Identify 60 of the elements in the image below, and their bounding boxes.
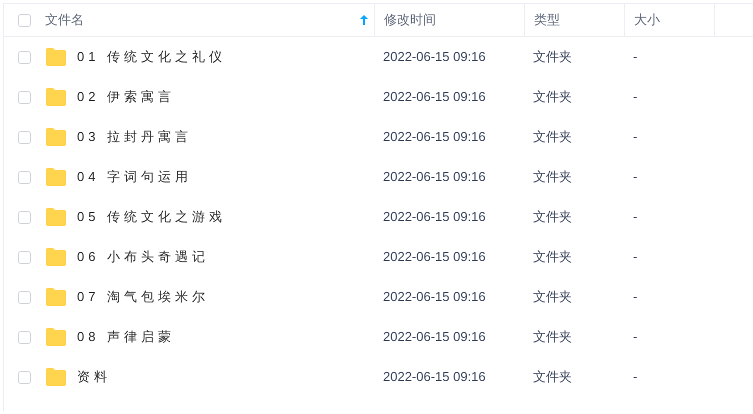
modified-time: 2022-06-15 09:16 — [383, 128, 486, 146]
checkbox[interactable] — [18, 170, 30, 184]
folder-icon — [45, 288, 67, 306]
checkbox[interactable] — [18, 330, 30, 344]
file-size: - — [633, 168, 638, 186]
column-header[interactable]: 大小 — [634, 10, 660, 30]
modified-time: 2022-06-15 09:16 — [383, 328, 486, 346]
file-type: 文件夹 — [533, 288, 572, 306]
folder-icon — [45, 208, 67, 226]
file-size: - — [633, 128, 638, 146]
checkbox[interactable] — [18, 250, 30, 264]
file-type: 文件夹 — [533, 48, 572, 66]
file-name[interactable]: 01 传统文化之礼仪 — [77, 47, 226, 67]
modified-time: 2022-06-15 09:16 — [383, 88, 486, 106]
checkbox[interactable] — [18, 90, 30, 104]
file-name[interactable]: 05 传统文化之游戏 — [77, 207, 226, 227]
file-size: - — [633, 248, 638, 266]
checkbox[interactable] — [18, 130, 30, 144]
sort-arrow-icon[interactable] — [360, 15, 368, 25]
file-size: - — [633, 48, 638, 66]
checkbox[interactable] — [18, 370, 30, 384]
file-type: 文件夹 — [533, 128, 572, 146]
file-type: 文件夹 — [533, 248, 572, 266]
checkbox[interactable] — [18, 50, 30, 64]
file-name[interactable]: 03 拉封丹寓言 — [77, 127, 192, 147]
column-header[interactable]: 文件名 — [45, 10, 84, 30]
file-type: 文件夹 — [533, 328, 572, 346]
folder-icon — [45, 368, 67, 386]
file-name[interactable]: 资料 — [77, 367, 111, 387]
modified-time: 2022-06-15 09:16 — [383, 288, 486, 306]
folder-icon — [45, 328, 67, 346]
file-size: - — [633, 208, 638, 226]
file-name[interactable]: 06 小布头奇遇记 — [77, 247, 210, 267]
file-size: - — [633, 368, 638, 386]
folder-icon — [45, 88, 67, 106]
modified-time: 2022-06-15 09:16 — [383, 168, 486, 186]
file-type: 文件夹 — [533, 208, 572, 226]
file-size: - — [633, 328, 638, 346]
file-name[interactable]: 02 伊索寓言 — [77, 87, 176, 107]
folder-icon — [45, 48, 67, 66]
file-name[interactable]: 04 字词句运用 — [77, 167, 192, 187]
file-size: - — [633, 288, 638, 306]
column-header[interactable]: 修改时间 — [384, 10, 436, 30]
modified-time: 2022-06-15 09:16 — [383, 208, 486, 226]
checkbox[interactable] — [18, 210, 30, 224]
file-name[interactable]: 08 声律启蒙 — [77, 327, 176, 347]
folder-icon — [45, 248, 67, 266]
modified-time: 2022-06-15 09:16 — [383, 368, 486, 386]
checkbox[interactable] — [18, 290, 30, 304]
file-name[interactable]: 07 淘气包埃米尔 — [77, 287, 210, 307]
column-header[interactable]: 类型 — [534, 10, 560, 30]
file-type: 文件夹 — [533, 368, 572, 386]
file-size: - — [633, 88, 638, 106]
file-type: 文件夹 — [533, 168, 572, 186]
modified-time: 2022-06-15 09:16 — [383, 248, 486, 266]
modified-time: 2022-06-15 09:16 — [383, 48, 486, 66]
checkbox[interactable] — [18, 14, 30, 26]
folder-icon — [45, 168, 67, 186]
file-type: 文件夹 — [533, 88, 572, 106]
folder-icon — [45, 128, 67, 146]
